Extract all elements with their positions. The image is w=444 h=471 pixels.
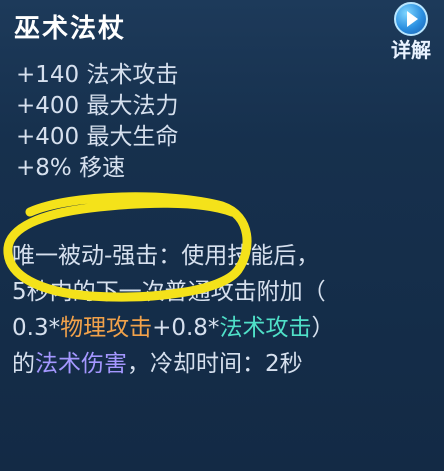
coef-magic: +0.8* — [152, 315, 220, 341]
stat-move-speed: +8% 移速 — [16, 155, 126, 181]
item-title: 巫术法杖 — [14, 14, 127, 44]
stat-max-hp: +400 最大生命 — [16, 124, 179, 150]
item-tooltip-panel: 巫术法杖 详解 +140 法术攻击 +400 最大法力 +400 最大生命 +8… — [0, 0, 444, 471]
magic-damage-keyword: 法术伤害 — [35, 351, 127, 377]
detail-button[interactable]: 详解 — [384, 0, 436, 62]
passive-line-3: 0.3*物理攻击+0.8*法术攻击） — [12, 310, 432, 346]
stat-max-mana: +400 最大法力 — [16, 93, 179, 119]
passive-line-4: 的法术伤害，冷却时间：2秒 — [12, 346, 432, 382]
play-icon — [394, 2, 428, 36]
stats-list: +140 法术攻击 +400 最大法力 +400 最大生命 +8% 移速 — [16, 60, 178, 184]
passive-line-1: 唯一被动-强击：使用技能后， — [12, 243, 320, 269]
stat-magic-attack: +140 法术攻击 — [16, 62, 179, 88]
physical-attack-keyword: 物理攻击 — [60, 315, 153, 341]
cooldown-text: ，冷却时间：2秒 — [127, 351, 303, 377]
passive-description: 唯一被动-强击：使用技能后， 5秒内的下一次普通攻击附加（ 0.3*物理攻击+0… — [12, 238, 432, 382]
close-paren: ） — [311, 315, 335, 341]
passive-line-2: 5秒内的下一次普通攻击附加（ — [12, 279, 326, 305]
coef-physical: 0.3* — [12, 315, 61, 341]
line4-prefix: 的 — [12, 351, 35, 377]
detail-label: 详解 — [391, 38, 431, 62]
magic-attack-keyword: 法术攻击 — [219, 315, 312, 341]
